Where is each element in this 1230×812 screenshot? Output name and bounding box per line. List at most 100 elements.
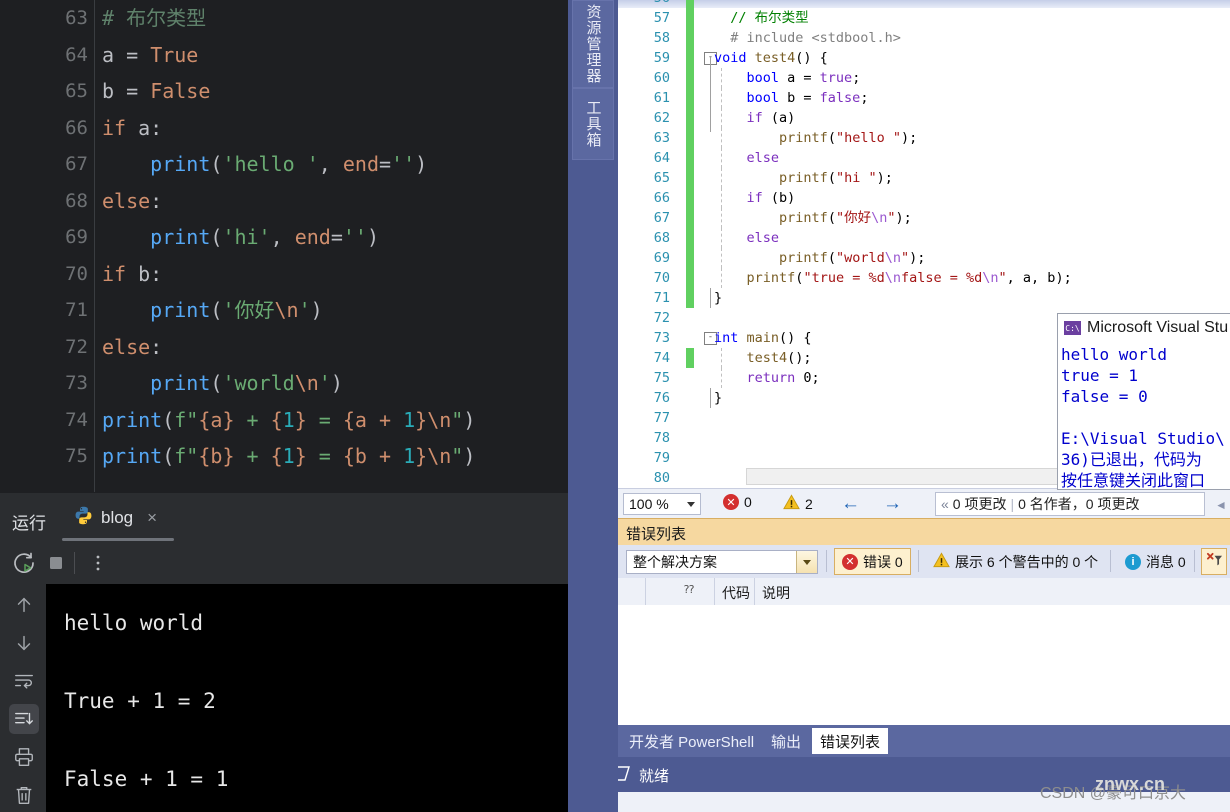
errors-filter-button[interactable]: ✕ 错误 0 — [834, 548, 911, 575]
cpp-code-line[interactable]: 56 — [618, 0, 1230, 8]
block-guide — [710, 56, 711, 132]
chevron-down-icon[interactable] — [796, 551, 817, 573]
column-divider — [714, 578, 715, 605]
python-editor[interactable]: 63 # 布尔类型 64 a = True 65 b = False 66 if a: 67 p… — [0, 0, 568, 492]
warning-triangle-icon — [933, 552, 950, 571]
status-ready: 就绪 — [618, 765, 669, 786]
line-number: 64 — [65, 43, 88, 66]
change-marker — [686, 8, 694, 28]
python-code-line[interactable]: 63 # 布尔类型 — [0, 0, 568, 37]
change-marker — [686, 0, 694, 8]
rerun-icon[interactable] — [12, 551, 36, 580]
python-code-line[interactable]: 69 print('hi', end='') — [0, 219, 568, 256]
line-number: 69 — [65, 226, 88, 248]
code-text: if (b) — [746, 190, 796, 206]
code-text: } — [714, 290, 723, 306]
warning-count-indicator[interactable]: 2 — [783, 494, 813, 513]
navigate-back-icon[interactable]: ← — [841, 494, 860, 513]
kebab-menu-icon[interactable] — [86, 551, 110, 580]
tab-error-list[interactable]: 错误列表 — [812, 728, 889, 754]
soft-wrap-icon[interactable] — [9, 666, 39, 696]
cpp-code-line[interactable]: 71} — [618, 288, 1230, 308]
error-count-indicator[interactable]: ✕ 0 — [723, 494, 752, 510]
python-code-line[interactable]: 74 print(f"{a} + {1} = {a + 1}\n") — [0, 402, 568, 439]
python-code-line[interactable]: 71 print('你好\n') — [0, 292, 568, 329]
run-console-output[interactable]: hello world True + 1 = 2 False + 1 = 1 — [46, 584, 568, 812]
run-tab-blog[interactable]: blog × — [62, 493, 169, 543]
cpp-code-line[interactable]: 57 // 布尔类型 — [618, 8, 1230, 28]
tab-developer-powershell-label: 开发者 PowerShell — [629, 733, 755, 751]
cpp-code-line[interactable]: 58 # include <stdbool.h> — [618, 28, 1230, 48]
change-marker — [686, 288, 694, 308]
messages-filter-button[interactable]: i 消息 0 — [1118, 548, 1193, 575]
column-header-description[interactable]: 说明 — [762, 583, 790, 603]
line-number: 78 — [653, 430, 670, 446]
python-code-line[interactable]: 68 else: — [0, 183, 568, 220]
code-text: else: — [102, 188, 163, 213]
console-window[interactable]: C:\ Microsoft Visual Stu hello world true… — [1057, 313, 1230, 490]
code-text: else — [746, 150, 780, 166]
clear-filter-button[interactable] — [1201, 548, 1227, 575]
close-icon[interactable]: × — [147, 508, 157, 528]
change-marker — [686, 208, 694, 228]
cpp-code-line[interactable]: 70 printf("true = %d\nfalse = %d\n", a, … — [618, 268, 1230, 288]
warning-count-value: 2 — [805, 495, 813, 512]
navigate-forward-icon[interactable]: → — [883, 494, 902, 513]
cpp-code-line[interactable]: 68 else — [618, 228, 1230, 248]
code-text: print('world\n') — [150, 371, 343, 395]
line-number: 80 — [653, 470, 670, 486]
line-number: 71 — [65, 299, 88, 321]
python-code-line[interactable]: 75 print(f"{b} + {1} = {b + 1}\n") — [0, 438, 568, 475]
column-header-code[interactable]: 代码 — [722, 583, 750, 603]
change-marker — [686, 28, 694, 48]
cpp-code-line[interactable]: 64 else — [618, 148, 1230, 168]
tool-window-tabs: 开发者 PowerShell 输出 错误列表 — [618, 725, 1230, 757]
code-text: a = True — [102, 42, 199, 67]
scroll-to-end-icon[interactable] — [9, 704, 39, 734]
cpp-code-line[interactable]: 65 printf("hi "); — [618, 168, 1230, 188]
toolbox-tab[interactable]: 工具箱 — [572, 88, 614, 160]
console-line: hello world — [64, 611, 204, 635]
version-control-widget[interactable]: « 0 项更改 | 0 名作者，0 项更改 — [935, 492, 1205, 516]
line-number: 77 — [653, 410, 670, 426]
code-text: if a: — [102, 115, 163, 140]
stop-icon[interactable] — [44, 551, 68, 580]
python-code-line[interactable]: 65 b = False — [0, 73, 568, 110]
zoom-level-value: 100 % — [629, 496, 669, 512]
python-code-line[interactable]: 70 if b: — [0, 256, 568, 293]
tab-output[interactable]: 输出 — [763, 728, 809, 754]
error-list-rows[interactable] — [618, 605, 1230, 725]
python-code-line[interactable]: 64 a = True — [0, 37, 568, 74]
arrow-down-icon[interactable] — [9, 628, 39, 658]
python-code-line[interactable]: 73 print('world\n') — [0, 365, 568, 402]
console-window-titlebar[interactable]: C:\ Microsoft Visual Stu — [1058, 314, 1230, 342]
print-icon[interactable] — [9, 742, 39, 772]
line-number: 67 — [653, 210, 670, 226]
python-code-line[interactable]: 67 print('hello ', end='') — [0, 146, 568, 183]
cpp-code-line[interactable]: 69 printf("world\n"); — [618, 248, 1230, 268]
console-line: False + 1 = 1 — [64, 767, 229, 791]
python-code-line[interactable]: 72 else: — [0, 329, 568, 366]
line-number: 62 — [653, 110, 670, 126]
line-number: 58 — [653, 30, 670, 46]
tab-developer-powershell[interactable]: 开发者 PowerShell — [621, 728, 762, 754]
zoom-level-select[interactable]: 100 % — [623, 493, 701, 515]
warnings-filter-label: 展示 6 个警告中的 0 个 — [955, 553, 1099, 570]
console-output-line: true = 1 — [1061, 366, 1139, 385]
cpp-code-line[interactable]: 66 if (b) — [618, 188, 1230, 208]
solution-explorer-tab[interactable]: 资源管理器 — [572, 0, 614, 88]
python-code-lines[interactable]: 63 # 布尔类型 64 a = True 65 b = False 66 if a: 67 p… — [0, 0, 568, 475]
cpp-code-line[interactable]: 67 printf("你好\n"); — [618, 208, 1230, 228]
scope-select[interactable]: 整个解决方案 — [626, 550, 818, 574]
console-window-title: Microsoft Visual Stu — [1087, 319, 1229, 336]
change-marker — [686, 108, 694, 128]
vcs-collapse-icon[interactable]: ◄ — [1215, 498, 1227, 512]
arrow-up-icon[interactable] — [9, 590, 39, 620]
warnings-filter-button[interactable]: 展示 6 个警告中的 0 个 — [926, 548, 1105, 575]
trash-icon[interactable] — [9, 780, 39, 810]
code-text: # include <stdbool.h> — [714, 30, 901, 46]
python-code-line[interactable]: 66 if a: — [0, 110, 568, 147]
error-list-panel: 错误列表 整个解决方案 ✕ 错误 0 展示 6 个警告中的 0 个 i 消息 0… — [618, 518, 1230, 725]
